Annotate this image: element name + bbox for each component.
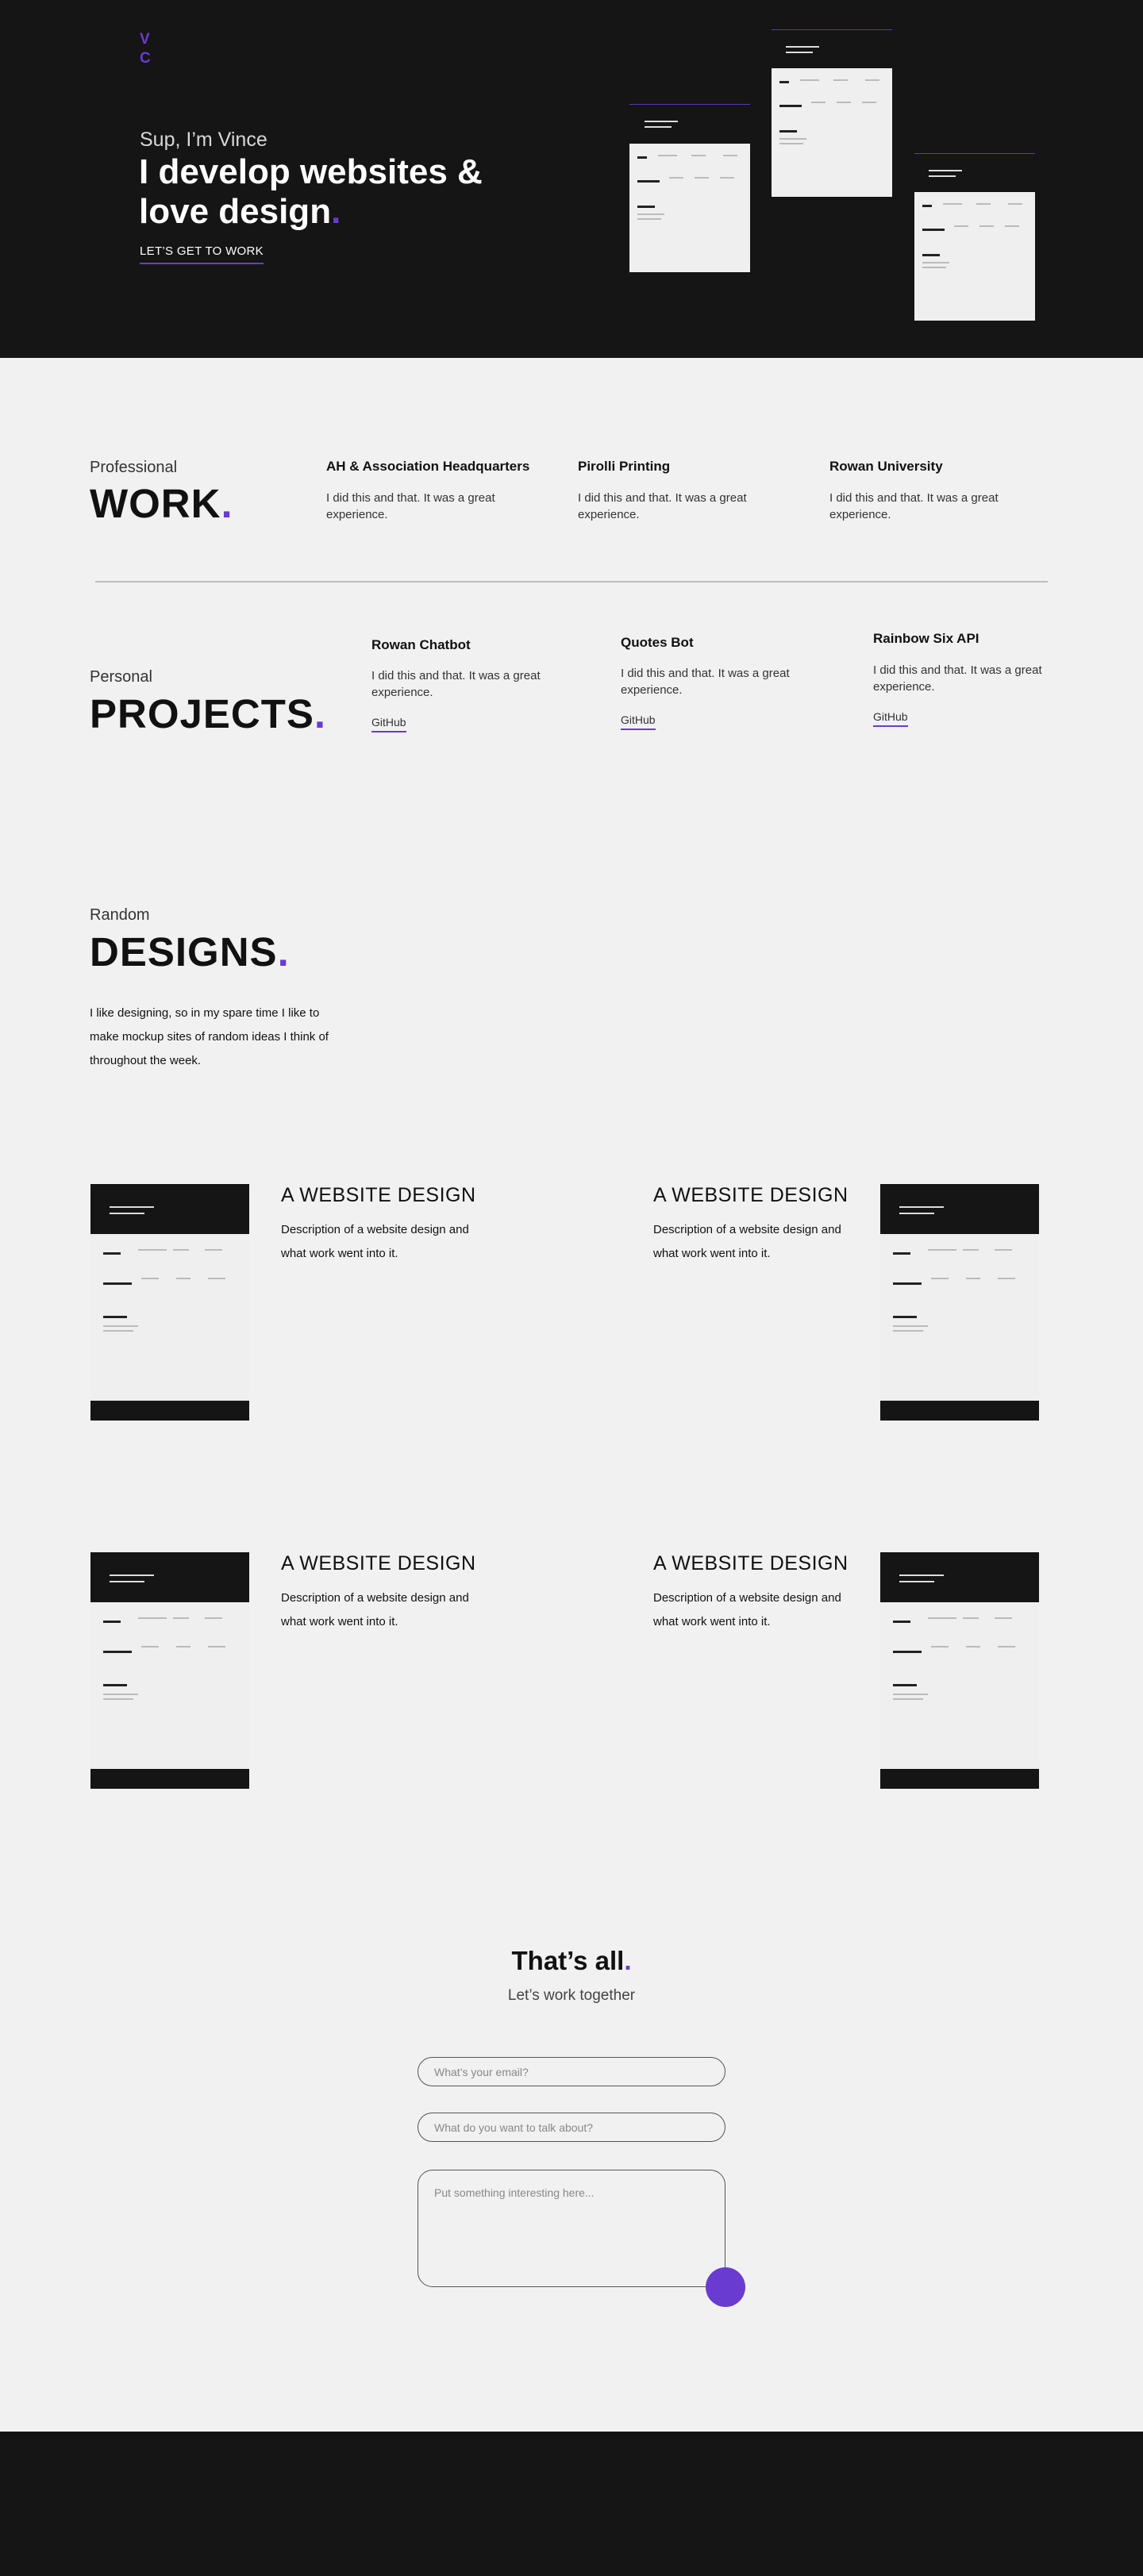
mockup-accent-line xyxy=(772,29,892,30)
design-title: A WEBSITE DESIGN xyxy=(281,1552,476,1574)
work-item-title: Pirolli Printing xyxy=(578,459,671,474)
contact-subtitle: Let’s work together xyxy=(507,1987,636,2004)
mockup-accent-line xyxy=(914,153,1035,154)
design-title: A WEBSITE DESIGN xyxy=(281,1184,476,1206)
send-button[interactable] xyxy=(706,2267,745,2307)
project-item-desc: I did this and that. It was a great expe… xyxy=(621,667,790,697)
work-label-small: Professional xyxy=(90,459,178,476)
project-item-title: Quotes Bot xyxy=(621,635,694,650)
logo-letter-c: C xyxy=(140,50,151,67)
design-thumbnail[interactable] xyxy=(90,1552,249,1789)
designs-label-small: Random xyxy=(90,906,150,924)
logo-letter-v: V xyxy=(140,31,150,48)
design-desc: Description of a website design and what… xyxy=(281,1223,469,1260)
mockup-page xyxy=(772,68,892,197)
section-divider xyxy=(95,581,1048,582)
project-item-title: Rowan Chatbot xyxy=(371,637,471,652)
work-item-desc: I did this and that. It was a great expe… xyxy=(829,491,999,521)
work-heading: WORK. xyxy=(90,481,233,526)
logo[interactable]: V C xyxy=(140,30,151,68)
email-field[interactable] xyxy=(418,2057,725,2086)
topic-field[interactable] xyxy=(418,2113,725,2142)
work-item-desc: I did this and that. It was a great expe… xyxy=(578,491,747,521)
work-item-title: AH & Association Headquarters xyxy=(326,459,530,474)
design-title: A WEBSITE DESIGN xyxy=(653,1552,849,1574)
design-desc: Description of a website design and what… xyxy=(653,1223,841,1260)
project-item-desc: I did this and that. It was a great expe… xyxy=(873,663,1042,694)
projects-label-small: Personal xyxy=(90,668,152,686)
github-link[interactable]: GitHub xyxy=(621,713,656,730)
design-desc: Description of a website design and what… xyxy=(653,1591,841,1628)
project-item-desc: I did this and that. It was a great expe… xyxy=(371,669,541,699)
design-thumbnail[interactable] xyxy=(90,1184,249,1421)
designs-intro: I like designing, so in my spare time I … xyxy=(90,1006,329,1067)
footer xyxy=(0,2432,1143,2576)
github-link[interactable]: GitHub xyxy=(873,710,908,727)
designs-heading: DESIGNS. xyxy=(90,929,290,975)
message-field[interactable] xyxy=(418,2170,725,2287)
project-item-title: Rainbow Six API xyxy=(873,631,979,646)
hero-greeting: Sup, I’m Vince xyxy=(140,129,267,151)
work-item-desc: I did this and that. It was a great expe… xyxy=(326,491,495,521)
contact-title: That’s all. xyxy=(511,1946,632,1975)
hero-section: V C Sup, I’m Vince I develop websites & … xyxy=(0,0,1143,358)
mockup-page xyxy=(629,144,750,272)
work-item-title: Rowan University xyxy=(829,459,943,474)
hero-headline: I develop websites & love design. xyxy=(139,152,483,231)
projects-heading: PROJECTS. xyxy=(90,691,327,736)
design-thumbnail[interactable] xyxy=(880,1552,1039,1789)
mockup-accent-line xyxy=(629,104,750,105)
mockup-page xyxy=(914,192,1035,321)
github-link[interactable]: GitHub xyxy=(371,716,406,732)
get-to-work-link[interactable]: LET’S GET TO WORK xyxy=(140,244,264,264)
design-desc: Description of a website design and what… xyxy=(281,1591,469,1628)
design-thumbnail[interactable] xyxy=(880,1184,1039,1421)
design-title: A WEBSITE DESIGN xyxy=(653,1184,849,1206)
